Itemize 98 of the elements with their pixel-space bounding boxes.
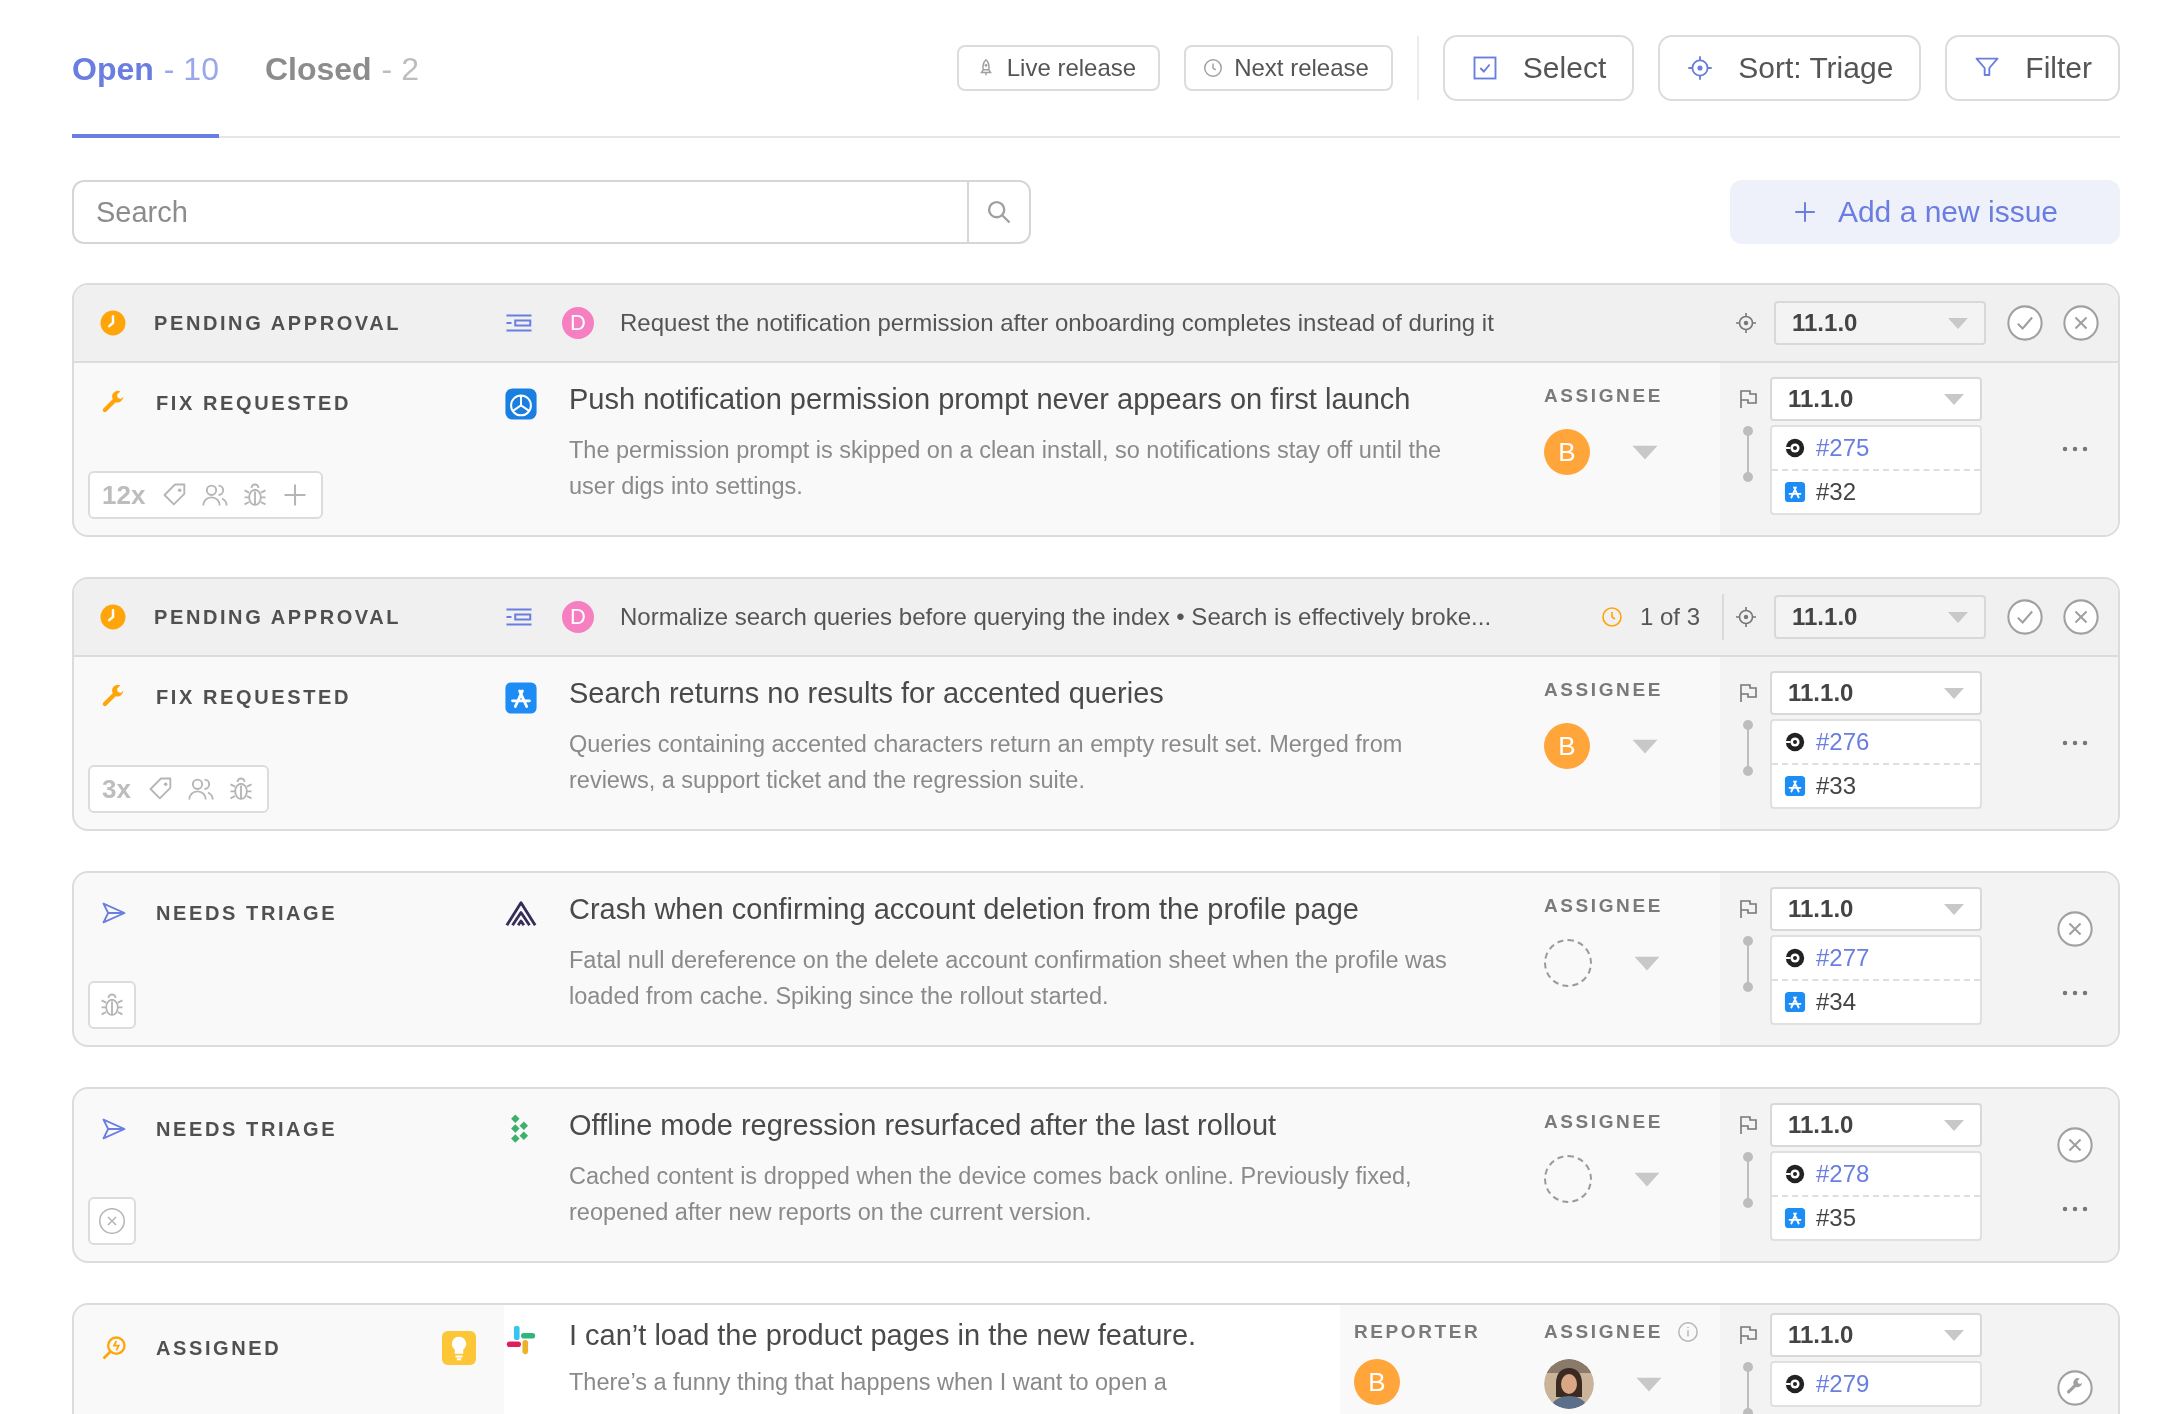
field-label: REPORTER <box>1354 1321 1481 1343</box>
count-label: 12x <box>102 479 146 511</box>
hash-logo-icon <box>504 1323 538 1357</box>
field-label: ASSIGNEE <box>1544 895 1663 917</box>
issue-description: Cached content is dropped when the device comes back online. Previously fixed, reopened after new reports on the current version. <box>569 1162 1413 1227</box>
close-circle-icon[interactable] <box>2062 598 2100 636</box>
close-circle-icon[interactable] <box>2056 910 2094 948</box>
build-number: #32 <box>1816 478 1857 506</box>
ring-icon <box>1784 947 1806 969</box>
field-label: ASSIGNEE <box>1544 679 1663 701</box>
issue-title[interactable]: Offline mode regression resurfaced after the last rollout <box>569 1109 1470 1142</box>
avatar: B <box>1544 723 1590 769</box>
timeline-connector <box>1742 719 1754 777</box>
tab[interactable]: Open - 10 <box>72 0 219 138</box>
empty-avatar <box>1544 939 1592 987</box>
version-dropdown[interactable]: 11.1.0 <box>1770 671 1982 715</box>
issue-description: Queries containing accented characters return an empty result set. Merged from reviews, a support ticket and the regression suite. <box>569 730 1404 795</box>
status-label: PENDING APPROVAL <box>154 605 402 629</box>
status-label: NEEDS TRIAGE <box>156 1117 338 1141</box>
empty-avatar <box>1544 1155 1592 1203</box>
field-label: ASSIGNEE <box>1544 1111 1663 1133</box>
release-button[interactable]: Next release <box>1184 45 1393 91</box>
wrench-circle-icon[interactable] <box>2056 1369 2094 1407</box>
ticket-link[interactable]: #278 <box>1816 1160 1870 1188</box>
check-circle-icon[interactable] <box>2006 304 2044 342</box>
version-dropdown[interactable]: 11.1.0 <box>1770 887 1982 931</box>
sort-button[interactable]: Sort: Triage <box>1658 35 1922 101</box>
ticket-link[interactable]: #276 <box>1816 728 1870 756</box>
status-label: ASSIGNED <box>156 1336 282 1360</box>
ticket-link[interactable]: #277 <box>1816 944 1870 972</box>
version-dropdown[interactable]: 11.1.0 <box>1774 301 1986 345</box>
issue-summary: Normalize search queries before querying the index • Search is effectively broke... <box>620 603 1492 631</box>
issue-description: Fatal null dereference on the delete account confirmation sheet when the profile was loaded from cache. Spiking since the rollout started. <box>569 946 1448 1011</box>
avatar: D <box>562 307 594 339</box>
issue-summary: Request the notification permission after onboarding completes instead of during it <box>620 309 1494 337</box>
info-icon[interactable] <box>1677 1321 1699 1343</box>
close-circle-icon[interactable] <box>2062 304 2100 342</box>
issue-description: The permission prompt is skipped on a clean install, so notifications stay off until the user digs into settings. <box>569 436 1443 501</box>
timeline-connector <box>1742 1151 1754 1209</box>
magnifier-icon <box>100 1334 128 1362</box>
issue-title[interactable]: Crash when confirming account deletion from the profile page <box>569 893 1470 926</box>
clock-icon <box>98 602 128 632</box>
clock-icon <box>1202 57 1225 79</box>
status-label: PENDING APPROVAL <box>154 311 402 335</box>
ticket-link[interactable]: #279 <box>1816 1370 1870 1398</box>
build-number: #33 <box>1816 772 1857 800</box>
avatar: D <box>562 601 594 633</box>
crosshair-icon <box>1734 311 1758 335</box>
tag-bar[interactable] <box>88 981 136 1029</box>
search-icon <box>985 198 1013 226</box>
timeline-connector <box>1742 935 1754 993</box>
app-icon <box>504 387 538 421</box>
status-label: NEEDS TRIAGE <box>156 901 338 925</box>
issue-title[interactable]: Push notification permission prompt never appears on first launch <box>569 383 1470 416</box>
bug-icon[interactable] <box>98 991 126 1019</box>
search-button[interactable] <box>967 180 1031 244</box>
version-dropdown[interactable]: 11.1.0 <box>1770 1313 1982 1357</box>
build-number: #34 <box>1816 988 1857 1016</box>
build-number: #35 <box>1816 1204 1857 1232</box>
ring-icon <box>1784 731 1806 753</box>
ring-icon <box>1784 1373 1806 1395</box>
ring-icon <box>1784 1163 1806 1185</box>
ring-icon <box>1784 437 1806 459</box>
avatar: B <box>1544 429 1590 475</box>
timeline-connector <box>1742 425 1754 483</box>
release-button[interactable]: Live release <box>956 45 1161 91</box>
timeline-connector <box>1742 1361 1754 1414</box>
search-field[interactable]: Search <box>72 180 967 244</box>
issue-title[interactable]: Search returns no results for accented queries <box>569 677 1470 710</box>
clock-icon <box>98 308 128 338</box>
close-circle-icon[interactable] <box>98 1207 126 1235</box>
count-label: 1 of 3 <box>1639 603 1700 631</box>
crosshair-icon <box>1734 605 1758 629</box>
filter-button[interactable]: Filter <box>1945 35 2120 101</box>
select-button[interactable]: Select <box>1442 35 1635 101</box>
crosshair-icon <box>1686 54 1715 82</box>
check-circle-icon[interactable] <box>2006 598 2044 636</box>
app-icon <box>504 681 538 715</box>
tag-bar[interactable] <box>88 1197 136 1245</box>
lightbulb-icon <box>442 1331 476 1365</box>
version-dropdown[interactable]: 11.1.0 <box>1770 1103 1982 1147</box>
version-dropdown[interactable]: 11.1.0 <box>1770 377 1982 421</box>
status-label: FIX REQUESTED <box>156 685 351 709</box>
app-icon <box>1784 481 1806 503</box>
app-icon <box>1784 991 1806 1013</box>
status-label: FIX REQUESTED <box>156 391 351 415</box>
app-icon <box>1784 1207 1806 1229</box>
avatar: B <box>1354 1359 1400 1405</box>
field-label: ASSIGNEE <box>1544 385 1663 407</box>
count-label: 3x <box>102 773 131 805</box>
issue-title[interactable]: I can’t load the product pages in the new feature. <box>569 1319 1197 1352</box>
issue-description: There’s a funny thing that happens when I want to open a <box>569 1368 1168 1397</box>
close-circle-icon[interactable] <box>2056 1126 2094 1164</box>
field-label: ASSIGNEE <box>1544 1321 1663 1343</box>
app-icon <box>1784 775 1806 797</box>
ticket-link[interactable]: #275 <box>1816 434 1870 462</box>
clock-icon <box>1599 605 1624 629</box>
version-dropdown[interactable]: 11.1.0 <box>1774 595 1986 639</box>
